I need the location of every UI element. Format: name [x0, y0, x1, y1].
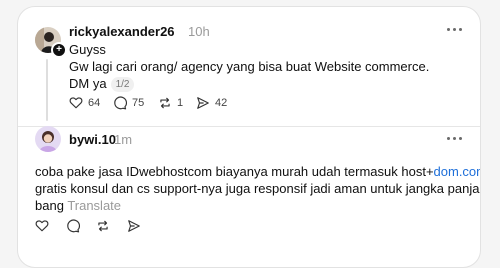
share-button[interactable]: 42: [196, 96, 227, 110]
thread-card: + rickyalexander26 10h Guyss Gw lagi car…: [17, 6, 481, 268]
post-more-icon[interactable]: [447, 28, 463, 34]
repost-button[interactable]: 1: [158, 96, 183, 110]
reply-more-icon[interactable]: [447, 137, 463, 143]
avatar-bywi10[interactable]: [35, 126, 61, 152]
post-text-dm: DM ya: [69, 76, 107, 91]
reply-share-button[interactable]: [127, 219, 141, 233]
reply-repost-button[interactable]: [96, 219, 110, 233]
repost-icon: [160, 97, 170, 109]
heart-icon: [69, 97, 83, 109]
repost-icon: [98, 220, 108, 232]
reply-text-line-3: bang Translate: [35, 196, 121, 215]
comment-icon: [114, 96, 127, 110]
reply-time[interactable]: 1m: [114, 132, 132, 147]
reply-count: 75: [132, 97, 145, 109]
post-text-line-3: DM ya 1/2: [69, 74, 135, 93]
reply-username[interactable]: bywi.10: [69, 132, 116, 147]
reply-button[interactable]: 75: [113, 96, 144, 110]
heart-icon: [35, 220, 49, 232]
reply-comment-button[interactable]: [66, 219, 80, 233]
repost-count: 1: [177, 97, 184, 109]
post-username[interactable]: rickyalexander26: [69, 24, 175, 39]
post-time[interactable]: 10h: [188, 24, 210, 39]
reply-text-main: coba pake jasa IDwebhostcom biayanya mur…: [35, 164, 434, 179]
thread-line: [46, 59, 48, 121]
comment-icon: [67, 219, 80, 233]
post-pager: 1/2: [110, 77, 135, 92]
like-button[interactable]: 64: [69, 96, 100, 109]
divider: [18, 126, 480, 127]
send-icon: [197, 97, 209, 109]
reply-link[interactable]: dom.com: [434, 164, 480, 179]
translate-link[interactable]: Translate: [67, 198, 121, 213]
send-icon: [128, 220, 140, 232]
share-count: 42: [215, 97, 228, 109]
like-count: 64: [88, 96, 101, 109]
reply-text-bang: bang: [35, 198, 64, 213]
reply-like-button[interactable]: [35, 219, 49, 232]
follow-plus-icon[interactable]: +: [51, 42, 67, 58]
